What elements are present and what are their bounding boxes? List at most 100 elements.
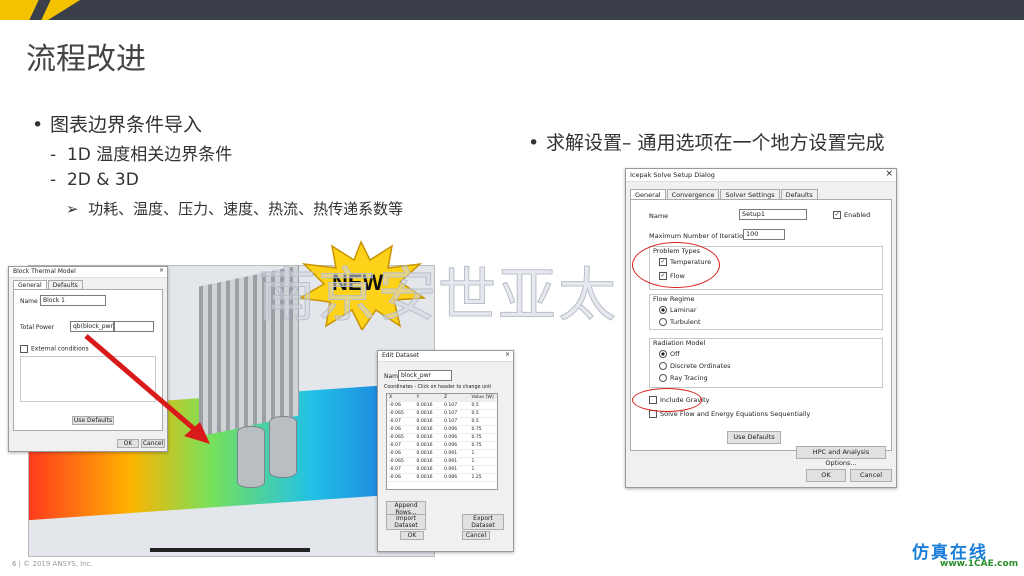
table-header: X Y Z Value [W] <box>387 394 497 402</box>
radio-label: Discrete Ordinates <box>670 362 731 370</box>
radio[interactable] <box>659 374 667 382</box>
laminar-radio[interactable]: Laminar <box>659 306 697 314</box>
table-cell[interactable]: 1 <box>470 458 498 465</box>
top-bar <box>0 0 1024 20</box>
sub-sub-bullet: ➢ 功耗、温度、压力、速度、热流、热传递系数等 <box>66 198 403 219</box>
table-cell[interactable]: -0.06 <box>387 426 415 433</box>
max-iterations-label: Maximum Number of Iterations <box>649 232 751 240</box>
table-cell[interactable]: 0.096 <box>442 426 470 433</box>
col-x[interactable]: X <box>387 394 415 401</box>
close-icon[interactable]: × <box>885 169 893 179</box>
discrete-ordinates-radio[interactable]: Discrete Ordinates <box>659 362 731 370</box>
table-cell[interactable]: -0.07 <box>387 466 415 473</box>
table-row[interactable]: -0.07 0.0016 0.107 0.5 <box>387 418 497 426</box>
table-cell[interactable]: -0.06 <box>387 450 415 457</box>
table-row[interactable]: -0.065 0.0016 0.096 0.75 <box>387 434 497 442</box>
table-row[interactable]: -0.065 0.0016 0.107 0.5 <box>387 410 497 418</box>
table-cell[interactable]: -0.07 <box>387 418 415 425</box>
table-cell[interactable]: 0.091 <box>442 466 470 473</box>
table-cell[interactable]: 0.5 <box>470 402 498 409</box>
table-cell[interactable]: 0.75 <box>470 434 498 441</box>
table-cell[interactable]: 0.75 <box>470 426 498 433</box>
table-cell[interactable]: 0.091 <box>442 450 470 457</box>
table-cell[interactable]: 0.107 <box>442 402 470 409</box>
turbulent-radio[interactable]: Turbulent <box>659 318 701 326</box>
ok-button[interactable]: OK <box>806 469 846 482</box>
close-icon[interactable]: × <box>159 267 164 274</box>
table-row[interactable]: -0.06 0.0016 0.086 1.25 <box>387 474 497 482</box>
import-dataset-button[interactable]: Import Dataset <box>386 514 426 530</box>
table-cell[interactable]: 0.096 <box>442 434 470 441</box>
table-cell[interactable]: 0.5 <box>470 418 498 425</box>
name-field[interactable]: Block 1 <box>40 295 106 306</box>
table-cell[interactable]: -0.07 <box>387 442 415 449</box>
table-row[interactable]: -0.07 0.0016 0.091 1 <box>387 466 497 474</box>
table-cell[interactable]: 1 <box>470 466 498 473</box>
table-row[interactable]: -0.07 0.0016 0.096 0.75 <box>387 442 497 450</box>
max-iterations-field[interactable]: 100 <box>743 229 785 240</box>
hpc-options-button[interactable]: HPC and Analysis Options... <box>796 446 886 467</box>
cancel-button[interactable]: Cancel <box>850 469 892 482</box>
dialog-title: Icepak Solve Setup Dialog <box>626 169 896 182</box>
table-cell[interactable]: -0.06 <box>387 402 415 409</box>
table-row[interactable]: -0.06 0.0016 0.096 0.75 <box>387 426 497 434</box>
table-cell[interactable]: 0.0016 <box>415 426 443 433</box>
close-icon[interactable]: × <box>505 351 510 358</box>
table-cell[interactable]: 0.0016 <box>415 466 443 473</box>
table-cell[interactable]: 0.091 <box>442 458 470 465</box>
table-row[interactable]: -0.06 0.0016 0.107 0.5 <box>387 402 497 410</box>
cancel-button[interactable]: Cancel <box>462 531 490 540</box>
table-cell[interactable]: 0.107 <box>442 410 470 417</box>
table-cell[interactable]: 0.0016 <box>415 410 443 417</box>
col-value[interactable]: Value [W] <box>470 394 498 401</box>
hint-text: Coordinates - Click on header to change … <box>384 385 492 390</box>
edit-dataset-dialog: Edit Dataset × Name block_pwr Coordinate… <box>377 350 514 552</box>
table-cell[interactable]: 0.0016 <box>415 402 443 409</box>
table-cell[interactable]: -0.065 <box>387 458 415 465</box>
name-field[interactable]: block_pwr <box>398 370 452 381</box>
col-y[interactable]: Y <box>415 394 443 401</box>
off-radio[interactable]: Off <box>659 350 680 358</box>
red-arrow-icon <box>84 334 210 444</box>
dash-glyph: - <box>50 145 57 165</box>
table-cell[interactable]: -0.06 <box>387 474 415 481</box>
name-field[interactable]: Setup1 <box>739 209 807 220</box>
name-label: Name <box>649 212 669 220</box>
table-cell[interactable]: 0.0016 <box>415 434 443 441</box>
table-cell[interactable]: 1 <box>470 450 498 457</box>
enabled-checkbox[interactable]: ✓ Enabled <box>833 211 870 219</box>
table-cell[interactable]: 0.096 <box>442 442 470 449</box>
export-dataset-button[interactable]: Export Dataset <box>462 514 504 530</box>
table-cell[interactable]: 0.0016 <box>415 450 443 457</box>
table-cell[interactable]: 1.25 <box>470 474 498 481</box>
radio[interactable] <box>659 362 667 370</box>
table-cell[interactable]: -0.065 <box>387 410 415 417</box>
watermark-text: 南京安世亚太 <box>257 261 619 330</box>
arrow-glyph: ➢ <box>66 200 79 218</box>
sub-sub-text: 功耗、温度、压力、速度、热流、热传递系数等 <box>88 200 404 218</box>
table-cell[interactable]: -0.065 <box>387 434 415 441</box>
table-cell[interactable]: 0.5 <box>470 410 498 417</box>
table-cell[interactable]: 0.086 <box>442 474 470 481</box>
table-cell[interactable]: 0.0016 <box>415 442 443 449</box>
ray-tracing-radio[interactable]: Ray Tracing <box>659 374 708 382</box>
table-cell[interactable]: 0.0016 <box>415 474 443 481</box>
col-z[interactable]: Z <box>442 394 470 401</box>
table-row[interactable]: -0.065 0.0016 0.091 1 <box>387 458 497 466</box>
radio[interactable] <box>659 350 667 358</box>
checkbox-label: Solve Flow and Energy Equations Sequenti… <box>660 410 811 418</box>
table-cell[interactable]: 0.0016 <box>415 458 443 465</box>
radio[interactable] <box>659 306 667 314</box>
site-url[interactable]: www.1CAE.com <box>940 559 1018 569</box>
checkbox[interactable] <box>20 345 28 353</box>
table-row[interactable]: -0.06 0.0016 0.091 1 <box>387 450 497 458</box>
table-cell[interactable]: 0.0016 <box>415 418 443 425</box>
checkbox[interactable]: ✓ <box>833 211 841 219</box>
table-cell[interactable]: 0.107 <box>442 418 470 425</box>
table-cell[interactable]: 0.75 <box>470 442 498 449</box>
dash-glyph: - <box>50 170 57 190</box>
radio-label: Turbulent <box>670 318 701 326</box>
ok-button[interactable]: OK <box>400 531 424 540</box>
radio[interactable] <box>659 318 667 326</box>
use-defaults-button[interactable]: Use Defaults <box>727 431 781 444</box>
